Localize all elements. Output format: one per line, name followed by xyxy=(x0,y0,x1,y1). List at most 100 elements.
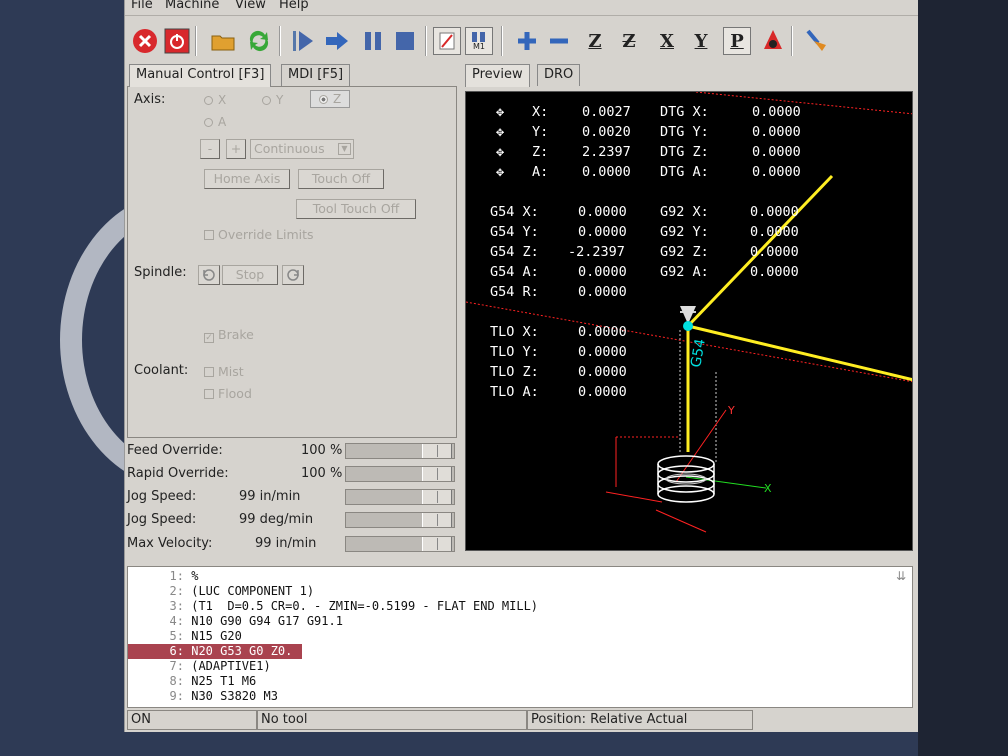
mist-checkbox[interactable]: Mist xyxy=(204,364,244,379)
gcode-line[interactable]: 1: % xyxy=(128,569,912,584)
estop-icon[interactable] xyxy=(131,27,159,55)
gcode-line[interactable]: 3: (T1 D=0.5 CR=0. - ZMIN=-0.5199 - FLAT… xyxy=(128,599,912,614)
feed-override-slider[interactable] xyxy=(345,443,455,459)
spindle-label: Spindle: xyxy=(134,265,187,280)
gcode-line-number: 1: xyxy=(169,569,184,583)
rapid-override-label: Rapid Override: xyxy=(127,466,229,481)
run-icon[interactable] xyxy=(289,27,317,55)
step-icon[interactable] xyxy=(323,27,351,55)
override-limits-label: Override Limits xyxy=(218,227,314,242)
rapid-override-row: Rapid Override: 100 % xyxy=(127,464,457,484)
override-limits-checkbox[interactable]: Override Limits xyxy=(204,227,314,242)
slider-thumb[interactable] xyxy=(422,513,452,527)
view-z2-icon[interactable]: Z xyxy=(615,27,643,55)
tool-touch-off-button[interactable]: Tool Touch Off xyxy=(296,199,416,219)
gcode-line-current[interactable]: 6: N20 G53 G0 Z0. xyxy=(128,644,302,659)
zoom-in-icon[interactable] xyxy=(513,27,541,55)
zoom-out-icon[interactable] xyxy=(545,27,573,55)
brake-checkbox[interactable]: ✓ Brake xyxy=(204,327,254,343)
slider-thumb[interactable] xyxy=(422,444,452,458)
optional-stop-icon[interactable]: M1 xyxy=(465,27,493,55)
spindle-stop-button[interactable]: Stop xyxy=(222,265,278,285)
dro-tlo-value: 0.0000 xyxy=(578,324,627,340)
dro-g54-value: 0.0000 xyxy=(578,264,627,280)
clear-plot-icon[interactable] xyxy=(801,27,829,55)
jog-mode-select[interactable]: Continuous ▼ xyxy=(250,139,354,159)
dro-g92-value: 0.0000 xyxy=(750,264,799,280)
linuxcnc-window: File Machine View Help M1 Z Z X Y P Manu… xyxy=(124,0,918,732)
view-y-label: Y xyxy=(694,30,708,52)
menu-help[interactable]: Help xyxy=(279,0,309,12)
slider-thumb[interactable] xyxy=(422,537,452,551)
spindle-cw-button[interactable] xyxy=(282,265,304,285)
feed-override-value: 100 % xyxy=(301,443,343,458)
axis-radio-z[interactable]: Z xyxy=(310,90,351,108)
dro-g54-value: 0.0000 xyxy=(578,284,627,300)
dro-dtg-value: 0.0000 xyxy=(752,164,801,180)
gcode-line[interactable]: 5: N15 G20 xyxy=(128,629,912,644)
view-z-icon[interactable]: Z xyxy=(581,27,609,55)
gcode-line-text: (LUC COMPONENT 1) xyxy=(191,584,315,598)
reload-icon[interactable] xyxy=(245,27,273,55)
menu-view[interactable]: View xyxy=(235,0,266,12)
menu-machine[interactable]: Machine xyxy=(165,0,219,12)
tab-preview[interactable]: Preview xyxy=(465,64,530,87)
gcode-line[interactable]: 2: (LUC COMPONENT 1) xyxy=(128,584,912,599)
stop-icon[interactable] xyxy=(391,27,419,55)
gcode-line-number: 8: xyxy=(169,674,184,688)
dro-dtg-label: DTG X: xyxy=(660,104,709,120)
spindle-ccw-icon xyxy=(203,269,215,281)
view-p-icon[interactable]: P xyxy=(723,27,751,55)
dro-dtg-label: DTG Y: xyxy=(660,124,709,140)
rotate-icon[interactable] xyxy=(759,27,787,55)
view-y-icon[interactable]: Y xyxy=(687,27,715,55)
home-axis-button[interactable]: Home Axis xyxy=(204,169,290,189)
scroll-arrow-icon[interactable]: ⇊ xyxy=(896,569,906,583)
jog-plus-button[interactable]: + xyxy=(226,139,246,159)
axis-label: Axis: xyxy=(134,92,166,107)
power-icon[interactable] xyxy=(163,27,191,55)
dro-position-icon: ✥ xyxy=(496,144,505,160)
dro-g92-label: G92 Y: xyxy=(660,224,709,240)
tab-dro[interactable]: DRO xyxy=(537,64,581,86)
angular-jog-speed-row: Jog Speed: 99 deg/min xyxy=(127,510,457,530)
tab-manual-control[interactable]: Manual Control [F3] xyxy=(129,64,272,87)
view-x-icon[interactable]: X xyxy=(653,27,681,55)
gcode-line-text: N25 T1 M6 xyxy=(191,674,257,688)
feed-override-label: Feed Override: xyxy=(127,443,223,458)
preview-canvas[interactable]: Y X G54 ✥ ✥ ✥ ✥ X: 0.0027 DTG X: 0.0000 … xyxy=(465,91,913,551)
menu-file[interactable]: File xyxy=(131,0,153,12)
open-file-icon[interactable] xyxy=(209,27,237,55)
axis-z-label: Z xyxy=(333,92,342,106)
flood-checkbox[interactable]: Flood xyxy=(204,386,252,401)
touch-off-button[interactable]: Touch Off xyxy=(298,169,384,189)
angular-jog-speed-slider[interactable] xyxy=(345,512,455,528)
gcode-listing[interactable]: 1: % 2: (LUC COMPONENT 1) 3: (T1 D=0.5 CR=… xyxy=(127,566,913,708)
block-delete-icon[interactable] xyxy=(433,27,461,55)
axis-radio-x[interactable]: X xyxy=(204,93,226,107)
feed-override-row: Feed Override: 100 % xyxy=(127,441,457,461)
gcode-line[interactable]: 9: N30 S3820 M3 xyxy=(128,689,912,704)
slider-thumb[interactable] xyxy=(422,490,452,504)
gcode-line[interactable]: 4: N10 G90 G94 G17 G91.1 xyxy=(128,614,912,629)
rapid-override-slider[interactable] xyxy=(345,466,455,482)
dro-tlo-value: 0.0000 xyxy=(578,384,627,400)
dro-tlo-label: TLO Y: xyxy=(490,344,539,360)
slider-thumb[interactable] xyxy=(422,467,452,481)
max-velocity-slider[interactable] xyxy=(345,536,455,552)
tab-mdi[interactable]: MDI [F5] xyxy=(281,64,351,86)
axis-x-label: X xyxy=(218,93,227,107)
gcode-line[interactable]: 8: N25 T1 M6 xyxy=(128,674,912,689)
rapid-override-value: 100 % xyxy=(301,466,343,481)
jog-speed-slider[interactable] xyxy=(345,489,455,505)
pause-icon[interactable] xyxy=(359,27,387,55)
axis-radio-y[interactable]: Y xyxy=(262,93,283,107)
dro-position-icon: ✥ xyxy=(496,164,505,180)
dro-g54-label: G54 X: xyxy=(490,204,539,220)
axis-radio-a[interactable]: A xyxy=(204,115,226,129)
jog-minus-button[interactable]: - xyxy=(200,139,220,159)
dro-g54-label: G54 A: xyxy=(490,264,539,280)
gcode-line[interactable]: 7: (ADAPTIVE1) xyxy=(128,659,912,674)
dro-g92-label: G92 X: xyxy=(660,204,709,220)
spindle-ccw-button[interactable] xyxy=(198,265,220,285)
